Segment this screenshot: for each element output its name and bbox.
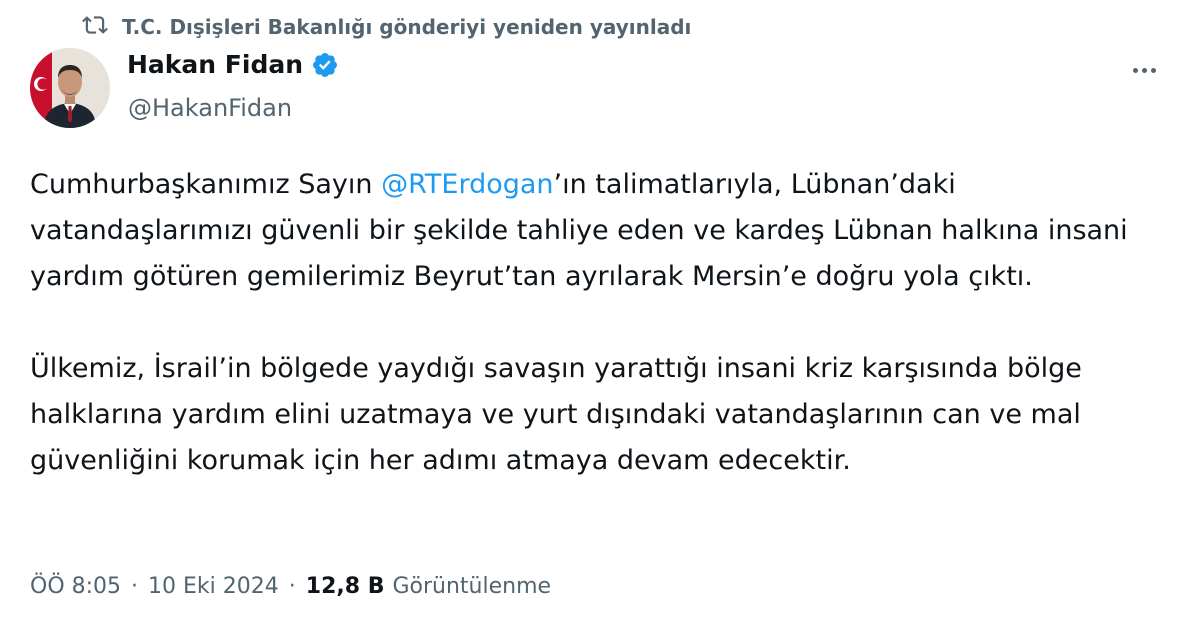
- tweet-card[interactable]: T.C. Dışişleri Bakanlığı gönderiyi yenid…: [0, 0, 1200, 641]
- tweet-date[interactable]: 10 Eki 2024: [148, 574, 279, 599]
- separator: ·: [288, 574, 296, 599]
- mention-link[interactable]: @RTErdogan: [381, 169, 553, 200]
- tweet-text-segment: Cumhurbaşkanımız Sayın: [30, 169, 382, 200]
- separator: ·: [131, 574, 139, 599]
- author-handle[interactable]: @HakanFidan: [128, 94, 292, 122]
- repost-text[interactable]: T.C. Dışişleri Bakanlığı gönderiyi yenid…: [122, 15, 691, 39]
- author-name-row: Hakan Fidan: [127, 50, 339, 79]
- avatar[interactable]: [30, 48, 110, 128]
- tweet-time[interactable]: ÖÖ 8:05: [30, 574, 121, 599]
- repost-icon: [82, 12, 108, 43]
- tweet-paragraph-2: Ülkemiz, İsrail’in bölgede yaydığı savaş…: [30, 353, 1082, 476]
- tweet-paragraph-1: Cumhurbaşkanımız Sayın @RTErdogan’ın tal…: [30, 162, 1180, 300]
- more-options-icon[interactable]: [1124, 56, 1164, 84]
- author-display-name[interactable]: Hakan Fidan: [127, 50, 303, 79]
- verified-badge-icon[interactable]: [311, 51, 339, 79]
- repost-indicator: T.C. Dışişleri Bakanlığı gönderiyi yenid…: [82, 10, 691, 44]
- views-label: Görüntülenme: [392, 574, 552, 599]
- tweet-text: Cumhurbaşkanımız Sayın @RTErdogan’ın tal…: [30, 162, 1180, 484]
- tweet-metadata: ÖÖ 8:05 · 10 Eki 2024 · 12,8 B Görüntüle…: [30, 574, 551, 599]
- views-count[interactable]: 12,8 B: [306, 574, 385, 599]
